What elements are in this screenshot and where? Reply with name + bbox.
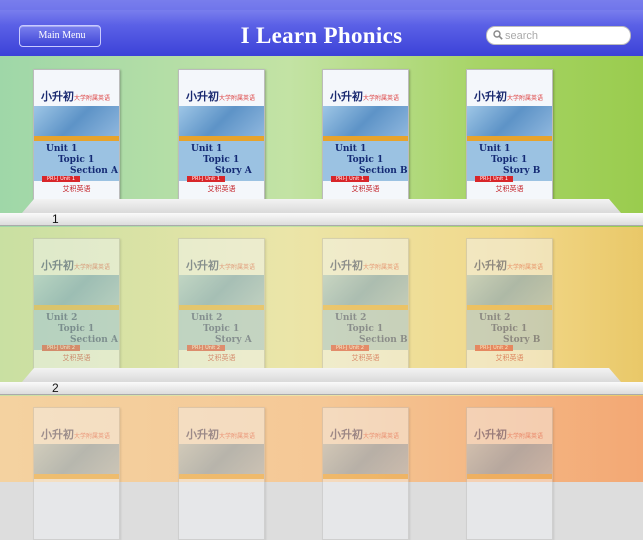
- book-unit: Unit 1: [46, 144, 78, 154]
- book-row3-1[interactable]: 小升初大学附属英语: [33, 407, 120, 540]
- book-level-tag: PRI-J Unit 1: [331, 176, 369, 182]
- book-row3-3[interactable]: 小升初大学附属英语: [322, 407, 409, 540]
- book-brand: 小升初大学附属英语: [41, 259, 111, 272]
- book-brand: 小升初大学附属英语: [41, 428, 111, 441]
- book-row3-4[interactable]: 小升初大学附属英语: [466, 407, 553, 540]
- book-cover-image: [323, 106, 408, 136]
- book-publisher: 艾积英语: [62, 354, 91, 362]
- book-unit2-section-b[interactable]: 小升初大学附属英语 Unit 2 Topic 1 Section B PRI-J…: [322, 238, 409, 371]
- book-unit: Unit 2: [479, 313, 511, 323]
- book-section: Section B: [359, 335, 408, 345]
- book-publisher: 艾积英语: [495, 354, 524, 362]
- book-level-tag: PRI-J Unit 1: [475, 176, 513, 182]
- book-level-tag: PRI-J Unit 1: [42, 176, 80, 182]
- book-topic: Topic 1: [491, 155, 528, 165]
- book-level-tag: PRI-J Unit 1: [187, 176, 225, 182]
- book-unit1-section-a[interactable]: 小升初大学附属英语 Unit 1 Topic 1 Section A PRI-J…: [33, 69, 120, 202]
- cover-stripe: [323, 474, 408, 479]
- book-publisher: 艾积英语: [62, 185, 91, 193]
- book-topic: Topic 1: [347, 324, 384, 334]
- book-cover-image: [179, 275, 264, 305]
- book-section: Section B: [359, 166, 408, 176]
- cover-stripe: [179, 474, 264, 479]
- book-cover-image: [323, 444, 408, 474]
- book-brand: 小升初大学附属英语: [186, 259, 256, 272]
- shelf-edge: [0, 382, 643, 395]
- book-brand: 小升初大学附属英语: [330, 90, 400, 103]
- book-cover-image: [467, 106, 552, 136]
- book-brand: 小升初大学附属英语: [474, 90, 544, 103]
- book-publisher: 艾积英语: [351, 354, 380, 362]
- book-topic: Topic 1: [203, 155, 240, 165]
- book-brand: 小升初大学附属英语: [330, 259, 400, 272]
- book-unit: Unit 1: [335, 144, 367, 154]
- book-cover-image: [467, 444, 552, 474]
- book-topic: Topic 1: [203, 324, 240, 334]
- cover-stripe: [34, 474, 119, 479]
- top-bar-highlight: [0, 0, 643, 10]
- book-cover-image: [323, 275, 408, 305]
- book-publisher: 艾积英语: [351, 185, 380, 193]
- book-section: Story A: [215, 335, 252, 345]
- book-cover-image: [467, 275, 552, 305]
- shelf-surface: [22, 199, 621, 213]
- book-unit1-story-a[interactable]: 小升初大学附属英语 Unit 1 Topic 1 Story A PRI-J U…: [178, 69, 265, 202]
- book-brand: 小升初大学附属英语: [186, 428, 256, 441]
- book-unit2-section-a[interactable]: 小升初大学附属英语 Unit 2 Topic 1 Section A PRI-J…: [33, 238, 120, 371]
- shelf-2: 2: [0, 368, 643, 396]
- book-unit1-section-b[interactable]: 小升初大学附属英语 Unit 1 Topic 1 Section B PRI-J…: [322, 69, 409, 202]
- book-level-tag: PRI-J Unit 2: [42, 345, 80, 351]
- book-level-tag: PRI-J Unit 2: [475, 345, 513, 351]
- book-publisher: 艾积英语: [207, 354, 236, 362]
- book-level-tag: PRI-J Unit 2: [331, 345, 369, 351]
- book-unit: Unit 1: [479, 144, 511, 154]
- book-topic: Topic 1: [491, 324, 528, 334]
- book-section: Section A: [70, 166, 118, 176]
- book-cover-image: [34, 275, 119, 305]
- search-field[interactable]: [486, 26, 631, 45]
- shelf-surface: [22, 368, 621, 382]
- book-topic: Topic 1: [58, 324, 95, 334]
- book-cover-image: [179, 106, 264, 136]
- shelf-number: 1: [52, 212, 59, 226]
- book-publisher: 艾积英语: [495, 185, 524, 193]
- book-cover-image: [179, 444, 264, 474]
- book-cover-image: [34, 106, 119, 136]
- book-brand: 小升初大学附属英语: [186, 90, 256, 103]
- book-section: Section A: [70, 335, 118, 345]
- search-icon: [493, 30, 503, 40]
- book-brand: 小升初大学附属英语: [330, 428, 400, 441]
- book-unit: Unit 2: [335, 313, 367, 323]
- book-unit: Unit 1: [191, 144, 223, 154]
- shelf-number: 2: [52, 381, 59, 395]
- top-bar: Main Menu I Learn Phonics: [0, 0, 643, 56]
- shelf-1: 1: [0, 199, 643, 227]
- book-brand: 小升初大学附属英语: [474, 259, 544, 272]
- book-topic: Topic 1: [58, 155, 95, 165]
- book-level-tag: PRI-J Unit 2: [187, 345, 225, 351]
- book-unit: Unit 2: [46, 313, 78, 323]
- book-cover-image: [34, 444, 119, 474]
- book-topic: Topic 1: [347, 155, 384, 165]
- book-unit: Unit 2: [191, 313, 223, 323]
- cover-stripe: [467, 474, 552, 479]
- book-section: Story B: [503, 335, 541, 345]
- book-publisher: 艾积英语: [207, 185, 236, 193]
- shelf-edge: [0, 213, 643, 226]
- book-unit1-story-b[interactable]: 小升初大学附属英语 Unit 1 Topic 1 Story B PRI-J U…: [466, 69, 553, 202]
- book-unit2-story-b[interactable]: 小升初大学附属英语 Unit 2 Topic 1 Story B PRI-J U…: [466, 238, 553, 371]
- book-brand: 小升初大学附属英语: [474, 428, 544, 441]
- book-unit2-story-a[interactable]: 小升初大学附属英语 Unit 2 Topic 1 Story A PRI-J U…: [178, 238, 265, 371]
- book-row3-2[interactable]: 小升初大学附属英语: [178, 407, 265, 540]
- book-section: Story B: [503, 166, 541, 176]
- book-brand: 小升初大学附属英语: [41, 90, 111, 103]
- book-section: Story A: [215, 166, 252, 176]
- search-input[interactable]: [505, 27, 625, 44]
